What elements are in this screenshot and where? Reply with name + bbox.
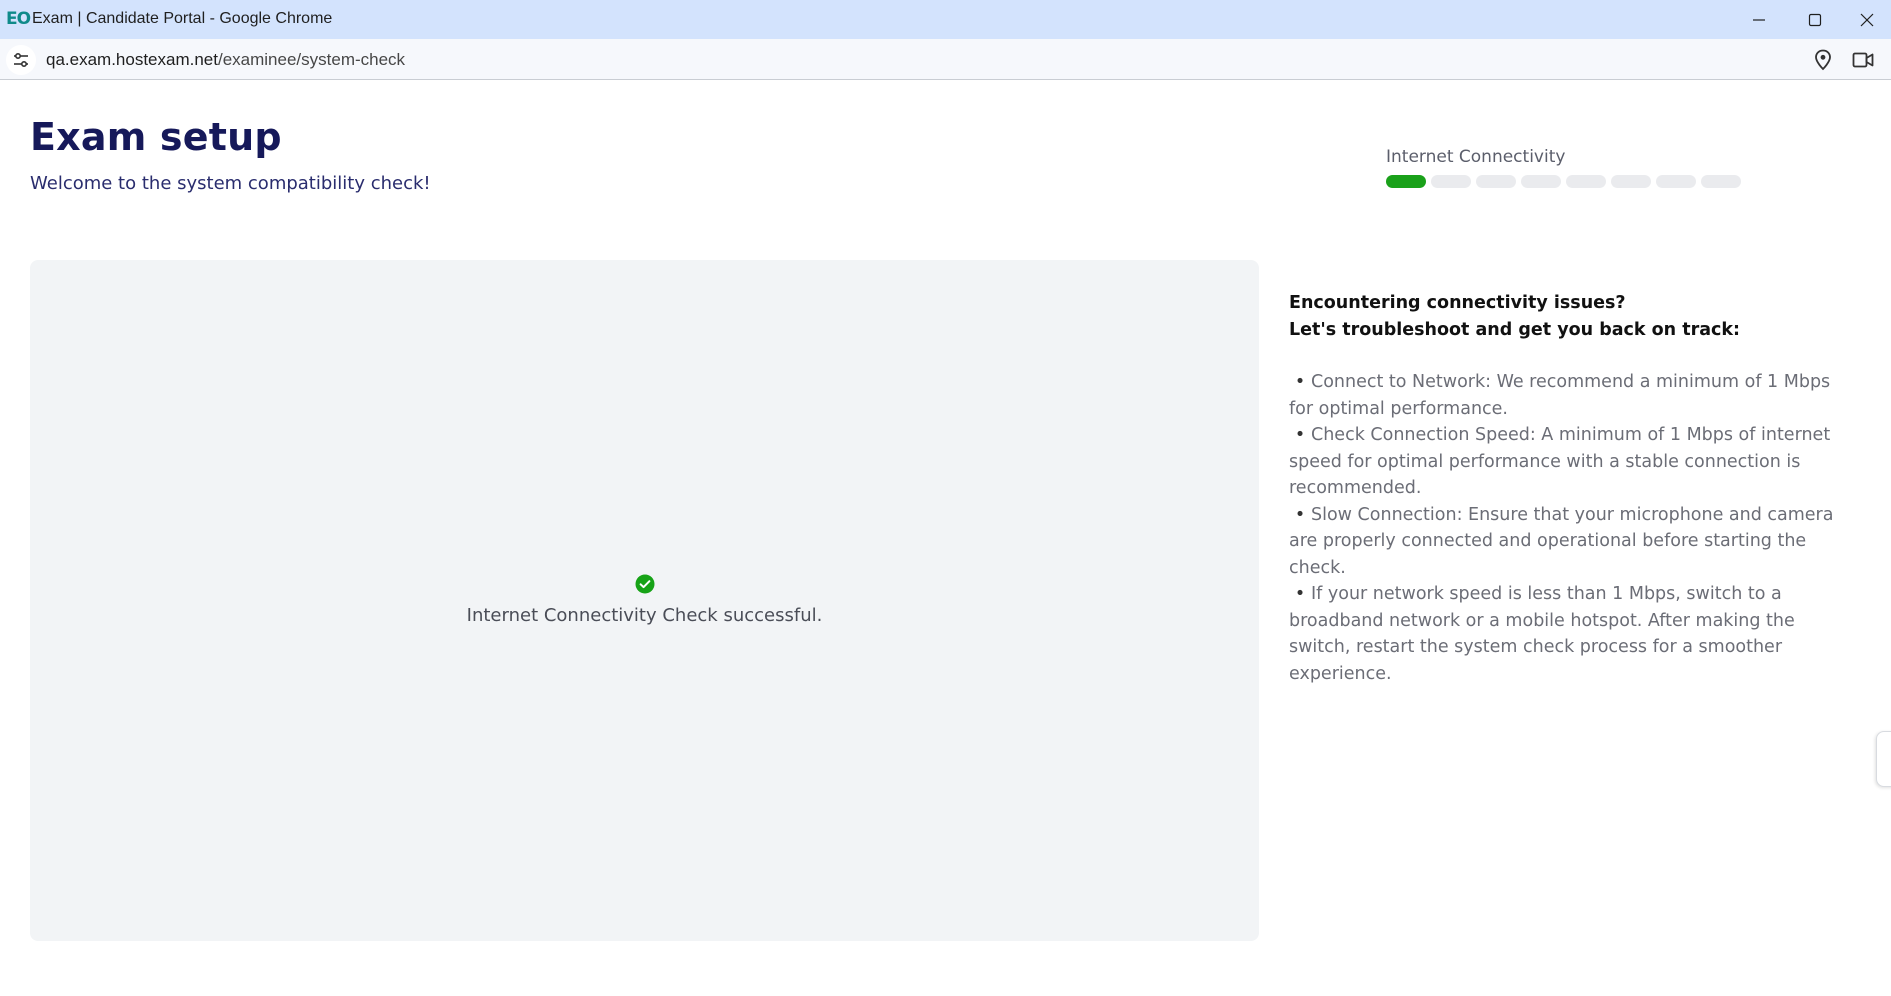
check-status-text: Internet Connectivity Check successful.: [466, 605, 823, 626]
url-path: /examinee/system-check: [217, 50, 406, 69]
window-title: Exam | Candidate Portal - Google Chrome: [32, 10, 333, 27]
progress-step: [1611, 175, 1651, 188]
maximize-icon: [1808, 13, 1822, 26]
camera-button[interactable]: [1851, 48, 1875, 72]
browser-title-bar: EO Exam | Candidate Portal - Google Chro…: [0, 0, 1891, 39]
troubleshoot-heading: Encountering connectivity issues? Let's …: [1289, 290, 1839, 344]
location-button[interactable]: [1811, 48, 1835, 72]
video-camera-icon: [1852, 52, 1874, 68]
location-pin-icon: [1815, 49, 1831, 71]
list-item-text: If your network speed is less than 1 Mbp…: [1289, 584, 1795, 684]
list-item-text: Check Connection Speed: A minimum of 1 M…: [1289, 425, 1831, 498]
progress-label: Internet Connectivity: [1386, 147, 1566, 167]
troubleshoot-list: • Connect to Network: We recommend a mini…: [1289, 369, 1839, 687]
troubleshoot-heading-line1: Encountering connectivity issues?: [1289, 293, 1626, 313]
bullet-icon: •: [1294, 584, 1306, 604]
page-content: Exam setup Welcome to the system compati…: [0, 81, 1891, 996]
bullet-icon: •: [1294, 504, 1306, 525]
progress-step: [1386, 175, 1426, 188]
minimize-icon: [1753, 18, 1765, 21]
troubleshoot-panel: Encountering connectivity issues? Let's …: [1289, 290, 1839, 687]
list-item-text: Connect to Network: We recommend a minim…: [1289, 372, 1831, 419]
progress-step: [1656, 175, 1696, 188]
check-panel: Internet Connectivity Check successful.: [30, 260, 1259, 941]
tune-icon: [14, 52, 28, 68]
close-button[interactable]: [1843, 0, 1891, 39]
bullet-icon: •: [1294, 372, 1306, 392]
url-text[interactable]: qa.exam.hostexam.net/examinee/system-che…: [46, 50, 405, 70]
check-circle-icon: [635, 574, 654, 594]
side-panel-tab[interactable]: [1876, 731, 1891, 787]
address-bar[interactable]: qa.exam.hostexam.net/examinee/system-che…: [0, 39, 1891, 80]
progress-step: [1431, 175, 1471, 188]
progress-step: [1701, 175, 1741, 188]
list-item-text: Slow Connection: Ensure that your microp…: [1289, 504, 1834, 578]
list-item: • Connect to Network: We recommend a mini…: [1289, 369, 1839, 422]
progress-steps: [1386, 175, 1746, 188]
app-logo: EO: [6, 9, 31, 29]
list-item: • If your network speed is less than 1 Mb…: [1289, 581, 1839, 687]
page-subtitle: Welcome to the system compatibility chec…: [30, 173, 431, 194]
close-icon: [1860, 13, 1874, 26]
page-title: Exam setup: [30, 115, 282, 159]
list-item: • Slow Connection: Ensure that your micro…: [1289, 502, 1839, 582]
progress-step: [1521, 175, 1561, 188]
check-result: Internet Connectivity Check successful.: [30, 574, 1259, 626]
progress-step: [1566, 175, 1606, 188]
bullet-icon: •: [1294, 425, 1306, 445]
list-item: • Check Connection Speed: A minimum of 1 …: [1289, 422, 1839, 502]
minimize-button[interactable]: [1731, 0, 1787, 39]
troubleshoot-heading-line2: Let's troubleshoot and get you back on t…: [1289, 320, 1741, 340]
setup-progress: Internet Connectivity: [1386, 147, 1746, 188]
site-info-button[interactable]: [6, 45, 36, 75]
progress-step: [1476, 175, 1516, 188]
url-host: qa.exam.hostexam.net: [46, 50, 218, 69]
maximize-button[interactable]: [1787, 0, 1843, 39]
